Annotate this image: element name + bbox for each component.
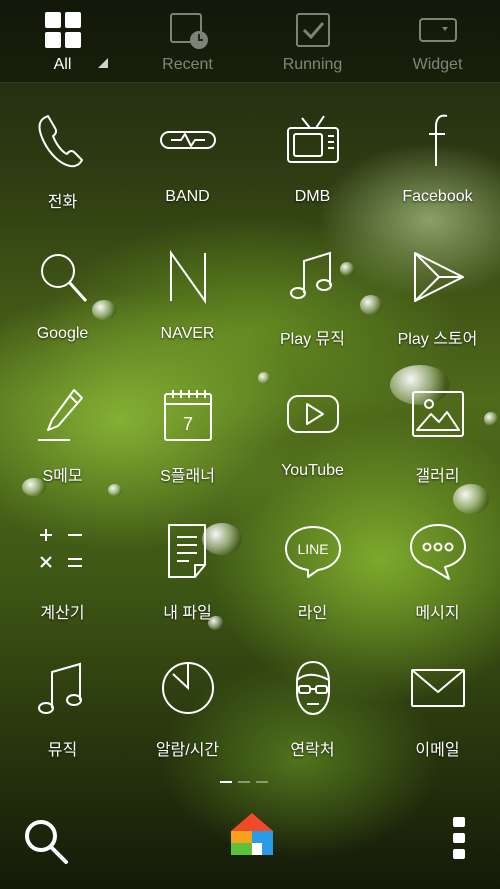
app-messages[interactable]: 메시지 xyxy=(375,511,500,648)
gallery-icon xyxy=(411,391,464,437)
search-icon[interactable] xyxy=(22,817,70,865)
calendar-icon: 7 xyxy=(163,390,212,441)
running-check-icon xyxy=(295,13,330,47)
drawer-tab-bar: All Recent Running Widget xyxy=(0,0,500,83)
tab-recent[interactable]: Recent xyxy=(125,0,250,82)
tab-label: Recent xyxy=(162,56,213,73)
page-indicator xyxy=(220,781,268,783)
page-dot[interactable] xyxy=(220,781,232,783)
tab-label: All xyxy=(53,56,72,73)
app-label: Play 스토어 xyxy=(397,331,478,348)
page-dot[interactable] xyxy=(238,781,250,783)
app-band[interactable]: BAND xyxy=(125,100,250,237)
pen-icon xyxy=(37,389,83,441)
tab-label: Running xyxy=(282,56,343,73)
app-label: 전화 xyxy=(47,194,78,211)
app-label: BAND xyxy=(165,188,210,205)
app-alarm-clock[interactable]: 알람/시간 xyxy=(125,648,250,785)
app-label: 계산기 xyxy=(40,605,85,622)
app-label: DMB xyxy=(294,188,331,205)
app-label: S메모 xyxy=(42,468,83,485)
overflow-menu-icon[interactable] xyxy=(451,817,467,859)
tab-all[interactable]: All xyxy=(0,0,125,82)
app-music[interactable]: 뮤직 xyxy=(0,648,125,785)
widget-icon xyxy=(418,18,457,42)
app-phone[interactable]: 전화 xyxy=(0,100,125,237)
facebook-icon xyxy=(428,114,447,166)
app-label: 메시지 xyxy=(415,605,460,622)
tab-running[interactable]: Running xyxy=(250,0,375,82)
app-calculator[interactable]: 계산기 xyxy=(0,511,125,648)
calendar-day-text: 7 xyxy=(182,414,192,434)
app-label: YouTube xyxy=(281,462,344,479)
app-contacts[interactable]: 연락처 xyxy=(250,648,375,785)
message-icon xyxy=(409,524,466,580)
recent-clock-icon xyxy=(169,13,208,49)
tab-label: Widget xyxy=(412,56,463,73)
youtube-icon xyxy=(286,395,339,433)
home-launcher-icon[interactable] xyxy=(229,811,275,857)
app-label: 뮤직 xyxy=(47,742,78,759)
clock-icon xyxy=(161,662,214,714)
file-icon xyxy=(167,524,206,578)
play-store-icon xyxy=(413,252,464,302)
music-note-icon xyxy=(289,251,332,299)
app-label: NAVER xyxy=(160,325,215,342)
phone-icon xyxy=(38,115,83,168)
naver-icon xyxy=(169,249,206,305)
app-youtube[interactable]: YouTube xyxy=(250,374,375,511)
tab-widget[interactable]: Widget xyxy=(375,0,500,82)
app-label: 내 파일 xyxy=(163,605,212,622)
contact-face-icon xyxy=(295,661,330,715)
app-label: 연락처 xyxy=(290,742,335,759)
line-logo-text: LINE xyxy=(297,541,328,557)
app-line[interactable]: LINE 라인 xyxy=(250,511,375,648)
calculator-icon xyxy=(39,529,82,568)
tab-options-caret[interactable] xyxy=(98,58,108,68)
app-dmb[interactable]: DMB xyxy=(250,100,375,237)
app-grid: 전화 BAND DMB Facebook Google NAVER Play 뮤… xyxy=(0,100,500,785)
envelope-icon xyxy=(410,669,465,707)
app-my-files[interactable]: 내 파일 xyxy=(125,511,250,648)
grid-icon xyxy=(44,12,81,48)
line-icon: LINE xyxy=(284,526,341,578)
app-label: Google xyxy=(36,325,89,342)
band-icon xyxy=(159,131,216,149)
tv-icon xyxy=(286,115,339,163)
app-play-music[interactable]: Play 뮤직 xyxy=(250,237,375,374)
page-dot[interactable] xyxy=(256,781,268,783)
app-play-store[interactable]: Play 스토어 xyxy=(375,237,500,374)
app-google[interactable]: Google xyxy=(0,237,125,374)
app-s-planner[interactable]: 7 S플래너 xyxy=(125,374,250,511)
app-label: 라인 xyxy=(297,605,328,622)
bottom-dock xyxy=(0,795,500,889)
app-label: Facebook xyxy=(402,188,473,205)
app-label: S플래너 xyxy=(160,468,215,485)
app-label: 이메일 xyxy=(415,742,460,759)
app-gallery[interactable]: 갤러리 xyxy=(375,374,500,511)
app-email[interactable]: 이메일 xyxy=(375,648,500,785)
app-label: 갤러리 xyxy=(415,468,460,485)
app-naver[interactable]: NAVER xyxy=(125,237,250,374)
google-search-icon xyxy=(40,254,87,303)
music-icon xyxy=(37,662,82,714)
app-s-memo[interactable]: S메모 xyxy=(0,374,125,511)
app-label: Play 뮤직 xyxy=(279,331,345,348)
app-facebook[interactable]: Facebook xyxy=(375,100,500,237)
app-label: 알람/시간 xyxy=(155,742,220,759)
